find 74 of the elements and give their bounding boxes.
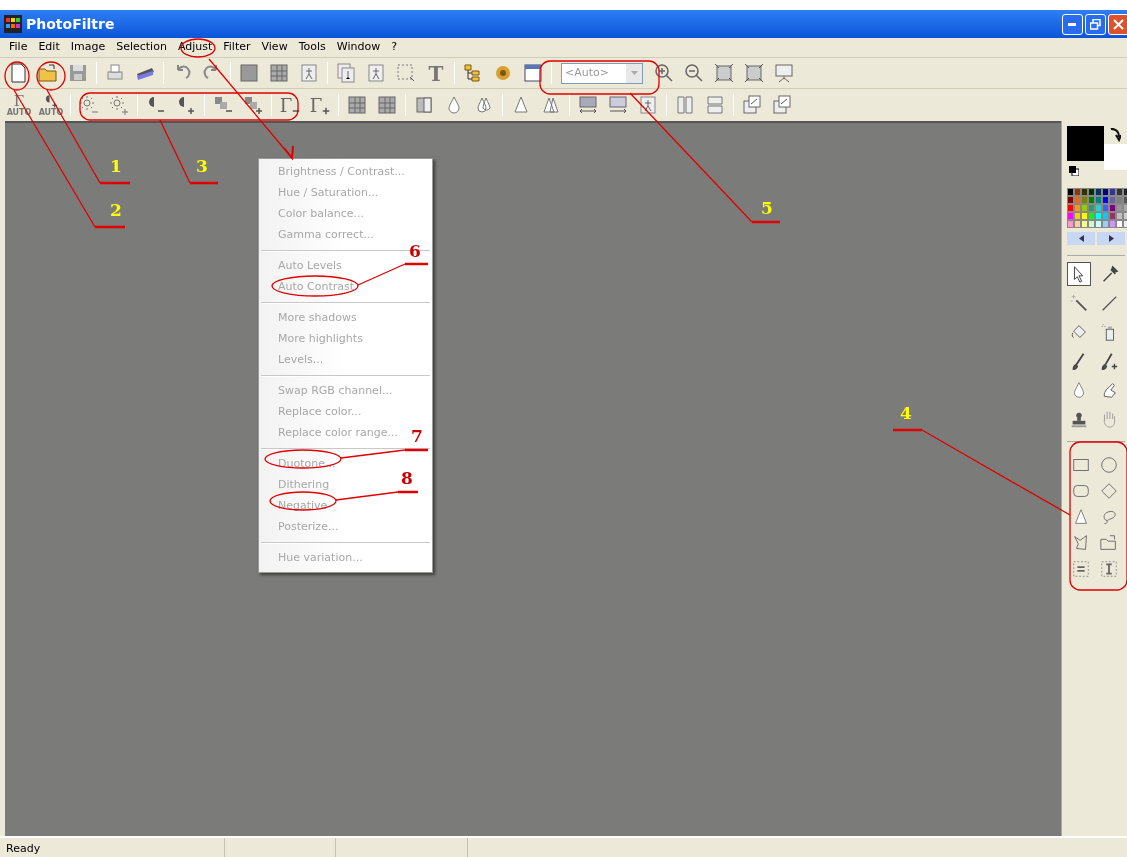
grid-icon[interactable] <box>376 94 398 116</box>
diamond-icon[interactable] <box>1099 480 1119 501</box>
zoom-in-icon[interactable] <box>653 62 675 84</box>
background-color-swatch[interactable] <box>1104 144 1127 170</box>
equals-frame-icon[interactable] <box>1071 558 1091 579</box>
copy-figure-icon[interactable] <box>335 62 357 84</box>
next-palette-button[interactable] <box>1097 232 1125 245</box>
menu-item[interactable]: File <box>4 39 33 56</box>
status-text: Ready <box>0 838 225 857</box>
text-tool-button[interactable]: T <box>421 59 451 87</box>
right-arrow-icon <box>1108 235 1114 242</box>
zoom-out-icon[interactable] <box>683 62 705 84</box>
app-logo-icon <box>4 15 22 33</box>
folder-icon[interactable] <box>37 62 59 84</box>
left-arrow-icon <box>1078 235 1084 242</box>
menu-item[interactable]: Edit <box>33 39 65 56</box>
fit-image-icon[interactable] <box>743 62 765 84</box>
minimize-icon <box>1068 22 1077 26</box>
annotation-number: 1 <box>110 158 122 175</box>
rotate-image-icon[interactable] <box>771 94 793 116</box>
frame-arrow-right-icon[interactable] <box>607 94 629 116</box>
slideshow-screen-icon[interactable] <box>773 62 795 84</box>
split-square-icon[interactable] <box>413 94 435 116</box>
zoom-combo-value: <Auto> <box>564 64 610 81</box>
figure-icon[interactable] <box>365 62 387 84</box>
window-title: PhotoFiltre <box>26 14 115 34</box>
dropdown-caret-icon <box>630 71 638 75</box>
sun-minus-icon[interactable] <box>78 94 100 116</box>
close-button[interactable] <box>1108 13 1127 35</box>
previous-palette-button[interactable] <box>1067 232 1095 245</box>
foreground-color-swatch[interactable] <box>1067 126 1104 161</box>
figure-icon[interactable] <box>298 62 320 84</box>
sun-plus-icon[interactable] <box>108 94 130 116</box>
color-palette[interactable] <box>1067 188 1127 228</box>
annotation-number: 3 <box>196 158 208 175</box>
rotate-image-icon[interactable] <box>741 94 763 116</box>
brush-plus-icon[interactable] <box>1099 351 1119 371</box>
reset-colors-icon[interactable] <box>1069 166 1079 176</box>
minimize-button[interactable] <box>1062 13 1083 35</box>
frame-arrows-icon[interactable] <box>577 94 599 116</box>
menu-item[interactable]: Selection <box>111 39 172 56</box>
gamma-button[interactable]: Γ <box>275 91 305 119</box>
annotation-number: 4 <box>900 405 912 422</box>
gamma-button[interactable]: Γ <box>305 91 335 119</box>
grid-icon[interactable] <box>268 62 290 84</box>
dotted-selection-icon[interactable] <box>395 62 417 84</box>
grid-icon[interactable] <box>346 94 368 116</box>
menu-item[interactable]: ? <box>386 39 402 56</box>
sign-minus-icon <box>292 107 301 115</box>
menu-item[interactable]: Window <box>331 39 386 56</box>
magic-wand-icon[interactable] <box>1069 293 1089 313</box>
sign-plus-icon <box>322 107 331 115</box>
annotation-number: 7 <box>411 428 423 445</box>
close-icon <box>1113 18 1124 30</box>
restore-button[interactable] <box>1085 13 1106 35</box>
annotation-number: 8 <box>401 470 413 487</box>
annotation-number: 6 <box>409 243 421 260</box>
annotation-number: 2 <box>110 202 122 219</box>
figure-icon[interactable] <box>637 94 659 116</box>
squares-plus-icon[interactable] <box>242 94 264 116</box>
line-icon[interactable] <box>1099 293 1119 313</box>
menu-item[interactable]: Image <box>65 39 111 56</box>
fit-image-icon[interactable] <box>713 62 735 84</box>
gradient-square-icon[interactable] <box>238 62 260 84</box>
menu-item[interactable]: Tools <box>293 39 331 56</box>
i-beam-frame-icon[interactable] <box>1099 558 1119 579</box>
swap-colors-icon[interactable] <box>1109 128 1121 142</box>
open-folder-icon[interactable] <box>1099 532 1119 553</box>
annotation-number: 5 <box>761 200 773 217</box>
window-icon[interactable] <box>522 62 544 84</box>
menu-item[interactable]: Filter <box>218 39 256 56</box>
circle-icon[interactable] <box>1099 454 1119 475</box>
restore-icon <box>1090 18 1101 30</box>
menu-item[interactable]: View <box>256 39 293 56</box>
